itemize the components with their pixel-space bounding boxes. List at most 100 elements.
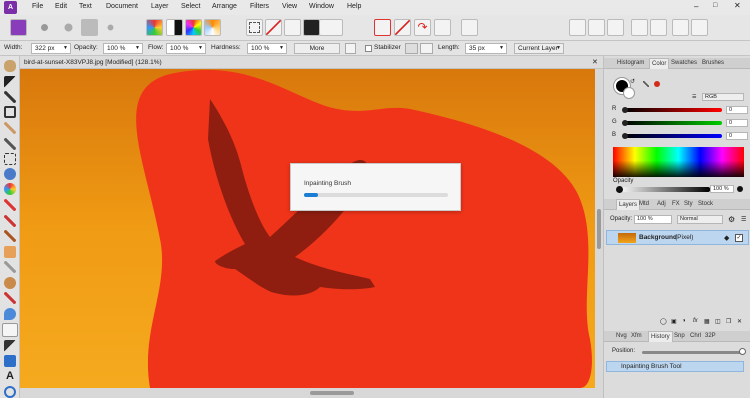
crop-tool-icon[interactable]: [4, 106, 16, 118]
sponge-tool-icon[interactable]: [4, 292, 16, 304]
vertical-scroll-thumb[interactable]: [597, 209, 601, 249]
maximize-icon[interactable]: □: [713, 2, 717, 9]
tab-snp[interactable]: Snp: [674, 333, 685, 339]
refine-selection-icon[interactable]: [319, 19, 343, 36]
tab-xfm[interactable]: Xfm: [631, 333, 642, 339]
color-opacity-field[interactable]: 100 %: [710, 185, 734, 193]
fill-tool-icon[interactable]: [4, 183, 16, 195]
green-value-field[interactable]: 0: [726, 119, 748, 127]
pen-tool-icon[interactable]: [4, 340, 16, 352]
red-slider[interactable]: [624, 108, 722, 112]
tab-adj[interactable]: Adj: [657, 201, 666, 207]
menu-edit[interactable]: Edit: [55, 3, 67, 10]
layer-visibility-checkbox[interactable]: ✓: [735, 234, 743, 242]
deselect-icon[interactable]: [265, 19, 282, 36]
rope-mode-icon[interactable]: [405, 43, 418, 54]
menu-arrange[interactable]: Arrange: [212, 3, 237, 10]
zoom-tool-icon[interactable]: [4, 386, 16, 398]
layer-row[interactable]: Background (Pixel) ◆ ✓: [606, 230, 749, 245]
history-item[interactable]: Inpainting Brush Tool: [606, 361, 744, 372]
blur-brush-tool-icon[interactable]: [4, 308, 16, 320]
paint-brush-tool-icon[interactable]: [4, 199, 16, 211]
more-button[interactable]: More: [294, 43, 340, 54]
tab-sty[interactable]: Sty: [684, 201, 693, 207]
develop-persona-icon[interactable]: [60, 19, 77, 36]
horizontal-scroll-thumb[interactable]: [310, 391, 354, 395]
menu-document[interactable]: Document: [106, 3, 138, 10]
settings-icon[interactable]: [650, 19, 667, 36]
inpainting-brush-tool-icon[interactable]: [2, 323, 18, 337]
layer-lock-icon[interactable]: ◆: [724, 234, 729, 242]
adjustment-layer-icon[interactable]: ◑: [682, 318, 686, 324]
brush-selection-tool-icon[interactable]: [4, 122, 16, 134]
studio-icon[interactable]: [607, 19, 624, 36]
menu-filters[interactable]: Filters: [250, 3, 269, 10]
hardness-field[interactable]: 100 % ▼: [247, 43, 287, 54]
tab-color[interactable]: Color: [649, 58, 670, 69]
tone-mapping-persona-icon[interactable]: [81, 19, 98, 36]
selection-brush-tool-icon[interactable]: [4, 138, 16, 150]
menu-help[interactable]: Help: [347, 3, 361, 10]
width-field[interactable]: 322 px ▼: [31, 43, 71, 54]
color-opacity-knob[interactable]: [616, 186, 623, 193]
color-panel-menu-icon[interactable]: ☰: [692, 94, 696, 100]
text-tool-icon[interactable]: A: [4, 370, 16, 382]
horizontal-scrollbar[interactable]: [20, 388, 595, 398]
layers-menu-icon[interactable]: ☰: [741, 216, 746, 223]
help-icon[interactable]: [691, 19, 708, 36]
mask-layer-icon[interactable]: ▣: [671, 318, 677, 325]
tab-mtd[interactable]: Mtd: [639, 201, 649, 207]
photo-persona-icon[interactable]: [10, 19, 27, 36]
menu-file[interactable]: File: [32, 3, 43, 10]
duplicate-layer-icon[interactable]: ❐: [726, 318, 731, 325]
smudge-tool-icon[interactable]: [4, 277, 16, 289]
minimize-icon[interactable]: –: [694, 2, 698, 11]
clone-brush-tool-icon[interactable]: [4, 230, 16, 242]
window-mode-icon[interactable]: [420, 43, 433, 54]
menu-window[interactable]: Window: [309, 3, 334, 10]
vertical-scrollbar[interactable]: [595, 69, 603, 398]
close-icon[interactable]: ✕: [734, 1, 741, 10]
blue-slider[interactable]: [624, 134, 722, 138]
layer-settings-gear-icon[interactable]: ⚙: [728, 215, 735, 224]
blend-mode-select[interactable]: Normal: [677, 215, 723, 224]
tab-histogram[interactable]: Histogram: [617, 60, 644, 66]
blue-value-field[interactable]: 0: [726, 132, 748, 140]
tab-chrl[interactable]: Chrl: [690, 333, 701, 339]
tab-nvg[interactable]: Nvg: [616, 333, 627, 339]
layer-opacity-icon[interactable]: ◯: [660, 318, 667, 325]
document-tab[interactable]: bird-at-sunset-X83VPJ8.jpg [Modified] (1…: [20, 56, 603, 69]
quick-mask-icon[interactable]: [303, 19, 320, 36]
tab-stock[interactable]: Stock: [698, 201, 713, 207]
green-slider[interactable]: [624, 121, 722, 125]
assistant-manager-icon[interactable]: [461, 19, 478, 36]
color-mode-select[interactable]: RGB: [702, 93, 744, 101]
color-picker-tool-icon[interactable]: [4, 91, 16, 103]
tab-layers[interactable]: Layers: [616, 199, 641, 210]
delete-layer-icon[interactable]: ✕: [737, 318, 742, 325]
color-replacement-tool-icon[interactable]: [4, 215, 16, 227]
document-canvas[interactable]: [20, 69, 595, 388]
liquify-persona-icon[interactable]: [36, 19, 53, 36]
group-layers-icon[interactable]: ◫: [715, 318, 721, 325]
force-pressure-icon[interactable]: [345, 43, 356, 54]
tab-fx[interactable]: FX: [672, 201, 680, 207]
tab-swatches[interactable]: Swatches: [671, 60, 697, 66]
flow-field[interactable]: 100 % ▼: [166, 43, 206, 54]
user-icon[interactable]: [672, 19, 689, 36]
arrange-icon[interactable]: [588, 19, 605, 36]
history-position-slider[interactable]: [642, 351, 742, 354]
history-position-knob[interactable]: [739, 348, 746, 355]
hand-tool-icon[interactable]: [4, 60, 16, 72]
export-persona-icon[interactable]: [102, 19, 119, 36]
length-field[interactable]: 35 px ▼: [465, 43, 507, 54]
marquee-select-icon[interactable]: [246, 19, 263, 36]
layer-fx-icon[interactable]: fx: [693, 318, 698, 324]
shape-tool-icon[interactable]: [4, 355, 16, 367]
opacity-field[interactable]: 100 % ▼: [103, 43, 143, 54]
close-document-icon[interactable]: ✕: [592, 58, 598, 66]
layer-source-select[interactable]: Current Layer ▼: [514, 43, 564, 54]
auto-white-balance-icon[interactable]: [204, 19, 221, 36]
flood-select-tool-icon[interactable]: [4, 168, 16, 180]
menu-text[interactable]: Text: [79, 3, 92, 10]
